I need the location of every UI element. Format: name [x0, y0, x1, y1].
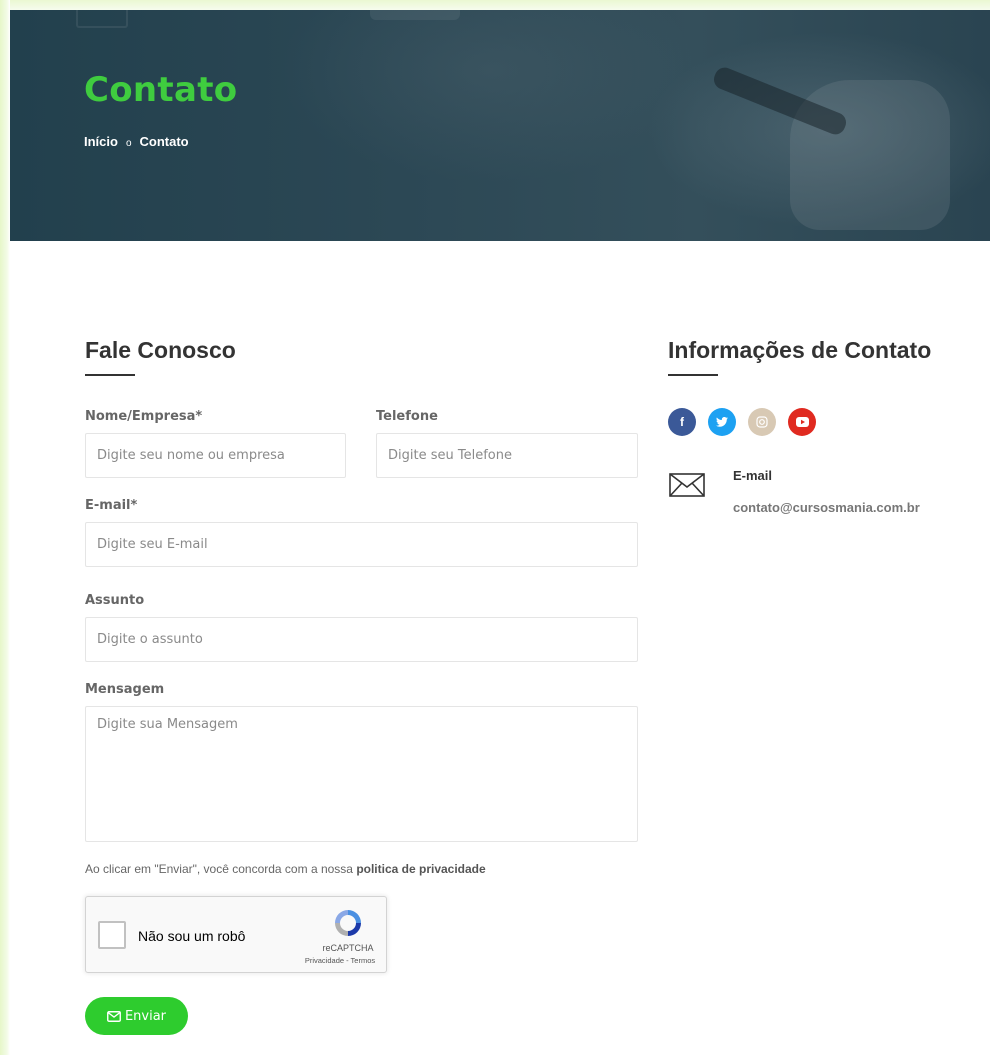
breadcrumb-home-link[interactable]: Início: [84, 134, 118, 149]
breadcrumb-current: Contato: [139, 134, 189, 149]
message-label: Mensagem: [85, 682, 165, 697]
recaptcha-widget: Não sou um robô reCAPTCHA Privacidade - …: [85, 896, 387, 973]
privacy-consent-text: Ao clicar em "Enviar", você concorda com…: [85, 862, 486, 876]
consent-text: Ao clicar em "Enviar", você concorda com…: [85, 862, 357, 876]
phone-label: Telefone: [376, 409, 438, 424]
recaptcha-brand: reCAPTCHA: [322, 943, 374, 953]
recaptcha-logo-icon: [335, 910, 361, 936]
page-title: Contato: [84, 70, 238, 110]
recaptcha-label: Não sou um robô: [138, 928, 246, 944]
envelope-icon: [107, 1010, 121, 1022]
breadcrumb: Início o Contato: [84, 134, 189, 149]
form-heading: Fale Conosco: [85, 337, 236, 363]
email-input[interactable]: [85, 522, 638, 567]
page-frame-top: [0, 0, 990, 10]
page-frame-left: [0, 0, 10, 1055]
recaptcha-links[interactable]: Privacidade - Termos: [295, 956, 385, 965]
message-textarea[interactable]: [85, 706, 638, 842]
phone-input[interactable]: [376, 433, 638, 478]
send-button-label: Enviar: [124, 1008, 167, 1024]
hero-banner: Contato Início o Contato: [10, 10, 990, 241]
facebook-icon[interactable]: f: [668, 408, 696, 436]
email-info-title: E-mail: [733, 468, 773, 483]
email-info-value[interactable]: contato@cursosmania.com.br: [733, 500, 920, 515]
privacy-policy-link[interactable]: politica de privacidade: [356, 862, 485, 876]
subject-label: Assunto: [85, 593, 145, 608]
hero-background-shape: [76, 10, 128, 28]
subject-input[interactable]: [85, 617, 638, 662]
twitter-icon[interactable]: [708, 408, 736, 436]
name-label: Nome/Empresa*: [85, 409, 203, 424]
form-heading-underline: [85, 374, 135, 376]
name-input[interactable]: [85, 433, 346, 478]
mail-icon: [669, 473, 705, 497]
info-heading-underline: [668, 374, 718, 376]
youtube-icon[interactable]: [788, 408, 816, 436]
send-button[interactable]: Enviar: [85, 997, 188, 1035]
breadcrumb-separator: o: [125, 138, 132, 149]
hero-background-shape: [370, 10, 460, 20]
info-heading: Informações de Contato: [668, 337, 932, 363]
email-label: E-mail*: [85, 498, 138, 513]
instagram-icon[interactable]: [748, 408, 776, 436]
recaptcha-checkbox[interactable]: [98, 921, 126, 949]
